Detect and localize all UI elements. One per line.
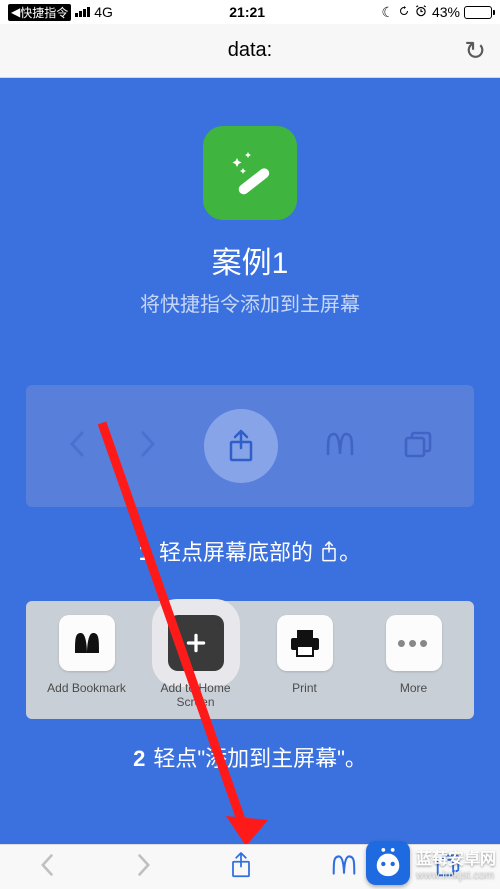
forward-button[interactable]: [134, 852, 152, 883]
back-icon: [67, 429, 89, 464]
shortcut-title: 案例1: [0, 238, 500, 282]
share-item-print: Print: [256, 615, 353, 709]
page-content: 案例1 将快捷指令添加到主屏幕 1轻点屏幕底部的 。: [0, 78, 500, 844]
back-button[interactable]: [39, 852, 57, 883]
share-icon-inline: [319, 540, 339, 564]
share-item-homescreen: Add to Home Screen: [147, 615, 244, 709]
network-type: 4G: [94, 4, 113, 20]
lock-icon: [398, 4, 410, 20]
watermark: 蓝莓安卓网 www.lmkjst.com: [366, 841, 496, 885]
bookmarks-icon: [324, 430, 356, 463]
tabs-icon: [403, 430, 433, 463]
step-1-text: 1轻点屏幕底部的 。: [0, 535, 500, 567]
example-share-sheet: Add Bookmark Add to Home Screen Print ••…: [26, 601, 474, 719]
print-icon: [277, 615, 333, 671]
example-safari-toolbar: [26, 385, 474, 507]
battery-pct: 43%: [432, 4, 460, 20]
status-bar: ◀快捷指令 4G 21:21 ☾ 43%: [0, 0, 500, 24]
more-icon: •••: [386, 615, 442, 671]
watermark-name: 蓝莓安卓网: [416, 851, 496, 868]
signal-icon: [75, 7, 90, 17]
bookmarks-button[interactable]: [330, 853, 358, 882]
watermark-url: www.lmkjst.com: [416, 869, 496, 881]
battery-icon: [464, 6, 492, 19]
hero: 案例1 将快捷指令添加到主屏幕: [0, 78, 500, 317]
moon-icon: ☾: [381, 4, 394, 21]
shortcut-app-icon: [203, 126, 297, 220]
share-highlight: [204, 409, 278, 483]
share-button[interactable]: [229, 850, 253, 885]
watermark-logo-icon: [366, 841, 410, 885]
share-item-bookmark: Add Bookmark: [38, 615, 135, 709]
url-text: data:: [228, 39, 272, 62]
share-icon: [226, 428, 256, 464]
add-homescreen-icon: [168, 615, 224, 671]
forward-icon: [136, 429, 158, 464]
share-item-more: ••• More: [365, 615, 462, 709]
clock: 21:21: [229, 4, 265, 20]
alarm-icon: [414, 4, 428, 21]
back-to-app[interactable]: ◀快捷指令: [8, 4, 71, 21]
reload-icon[interactable]: ↻: [464, 35, 486, 66]
step-2-text: 2轻点"添加到主屏幕"。: [0, 741, 500, 773]
address-bar[interactable]: data: ↻: [0, 24, 500, 78]
shortcut-subtitle: 将快捷指令添加到主屏幕: [0, 288, 500, 317]
add-bookmark-icon: [59, 615, 115, 671]
